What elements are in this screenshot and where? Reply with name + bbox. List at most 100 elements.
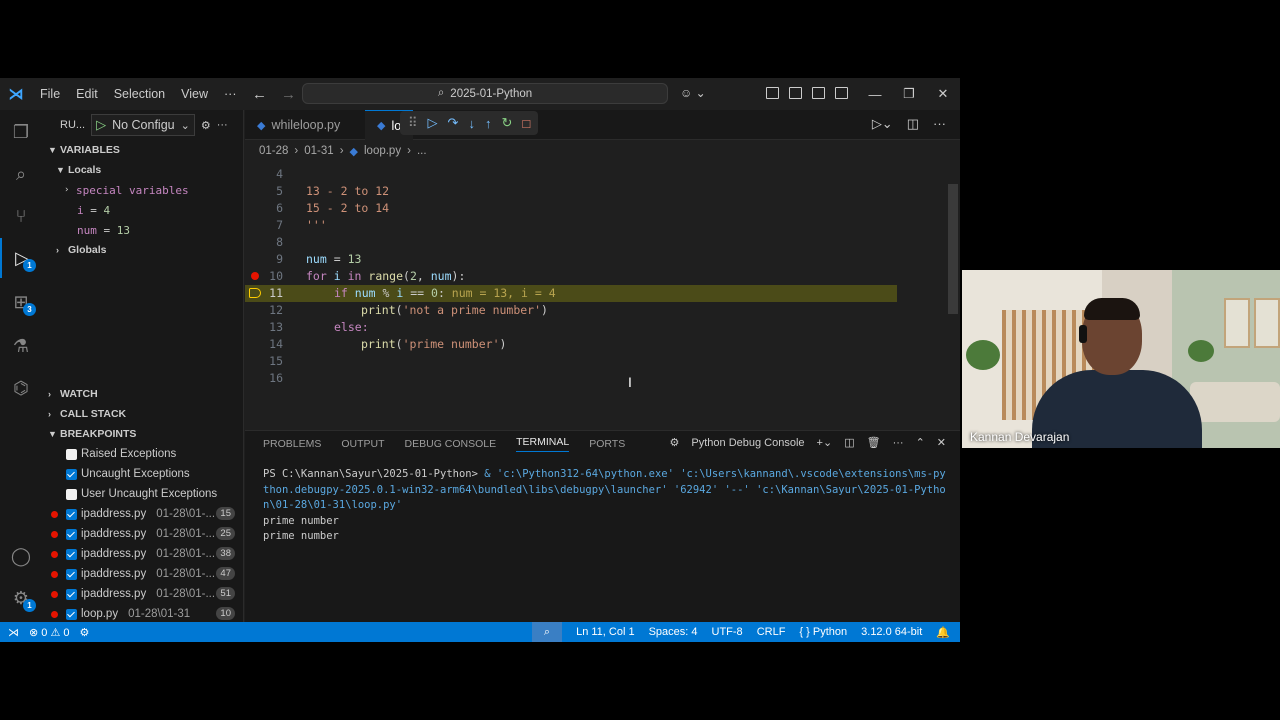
locals-scope[interactable]: ▼ Locals <box>42 160 243 180</box>
close-icon[interactable]: ✕ <box>926 86 960 102</box>
launch-config-dropdown[interactable]: ▷ No Configu ⌄ <box>91 114 195 136</box>
new-terminal-icon[interactable]: +⌄ <box>817 436 833 449</box>
language-mode[interactable]: { } Python <box>799 626 847 638</box>
breakpoint-row[interactable]: ipaddress.py 01-28\01-... 38 <box>42 544 243 564</box>
menu-edit[interactable]: Edit <box>68 78 106 110</box>
breakpoint-row[interactable]: ipaddress.py 01-28\01-... 15 <box>42 504 243 524</box>
search-view-icon[interactable]: ⌕ <box>0 154 42 194</box>
testing-icon[interactable]: ⚗ <box>0 326 42 366</box>
exception-checkbox[interactable] <box>66 488 77 500</box>
breakpoint-checkbox[interactable] <box>66 608 77 620</box>
call-stack-section-header[interactable]: › CALL STACK <box>42 404 243 424</box>
tab-problems[interactable]: PROBLEMS <box>263 438 321 450</box>
breakpoint-checkbox[interactable] <box>66 588 77 600</box>
minimize-icon[interactable]: — <box>858 87 892 102</box>
line-ending[interactable]: CRLF <box>757 626 786 638</box>
run-python-file-icon[interactable]: ▷⌄ <box>872 116 893 132</box>
menu-view[interactable]: View <box>173 78 216 110</box>
run-debug-icon[interactable]: ▷ 1 <box>0 238 42 278</box>
breadcrumb-item[interactable]: 01-31 <box>304 145 333 157</box>
breakpoint-row[interactable]: ipaddress.py 01-28\01-... 51 <box>42 584 243 604</box>
step-over-icon[interactable]: ↷ <box>448 115 459 131</box>
breakpoint-checkbox[interactable] <box>66 568 77 580</box>
split-editor-icon[interactable]: ◫ <box>907 116 919 132</box>
exception-row[interactable]: Raised Exceptions <box>42 444 243 464</box>
bell-icon[interactable]: 🔔 <box>936 626 950 639</box>
tab-debug-console[interactable]: DEBUG CONSOLE <box>405 438 497 450</box>
extensions-icon[interactable]: ⊞ 3 <box>0 282 42 322</box>
step-into-icon[interactable]: ↓ <box>468 116 475 131</box>
breakpoint-checkbox[interactable] <box>66 528 77 540</box>
breakpoint-row[interactable]: loop.py 01-28\01-31 10 <box>42 604 243 624</box>
variable-row[interactable]: i = 4 <box>42 200 243 220</box>
breakpoint-row[interactable]: ipaddress.py 01-28\01-... 47 <box>42 564 243 584</box>
split-terminal-icon[interactable]: ◫ <box>844 436 854 449</box>
globals-scope[interactable]: › Globals <box>42 240 243 260</box>
menu-selection[interactable]: Selection <box>106 78 173 110</box>
tab-whileloop[interactable]: ◆ whileloop.py <box>245 110 352 140</box>
breakpoint-row[interactable]: ipaddress.py 01-28\01-... 25 <box>42 524 243 544</box>
toggle-sidebar-icon[interactable] <box>789 87 802 99</box>
settings-gear-icon[interactable]: ⚙ 1 <box>0 578 42 618</box>
trash-icon[interactable]: 🗑 <box>867 436 881 449</box>
toggle-secondary-sidebar-icon[interactable] <box>835 87 848 99</box>
back-arrow-icon[interactable]: ← <box>252 86 267 103</box>
special-variables-row[interactable]: › special variables <box>42 180 243 200</box>
cursor-position[interactable]: Ln 11, Col 1 <box>576 626 635 638</box>
tab-ports[interactable]: PORTS <box>589 438 625 450</box>
python-interpreter[interactable]: 3.12.0 64-bit <box>861 626 922 638</box>
code-editor[interactable]: 4 5 13 - 2 to 12 6 15 - 2 to 14 7 ''' 8 … <box>245 162 960 430</box>
breadcrumb-item[interactable]: 01-28 <box>259 145 288 157</box>
line-number: 10 <box>269 269 283 283</box>
encoding[interactable]: UTF-8 <box>712 626 743 638</box>
remote-icon[interactable]: ⋊ <box>8 626 19 639</box>
zoom-icon[interactable]: ⌕ <box>531 622 563 642</box>
more-actions-icon[interactable]: ··· <box>893 437 904 449</box>
editor-scrollbar[interactable] <box>948 184 958 314</box>
breakpoints-section-header[interactable]: ▼ BREAKPOINTS <box>42 424 243 444</box>
breakpoint-checkbox[interactable] <box>66 508 77 520</box>
restore-icon[interactable]: ❐ <box>892 86 926 102</box>
terminal-name[interactable]: Python Debug Console <box>691 437 804 449</box>
remote-explorer-icon[interactable]: ⌬ <box>0 368 42 408</box>
stop-icon[interactable]: □ <box>522 116 530 131</box>
indentation[interactable]: Spaces: 4 <box>649 626 698 638</box>
exception-row[interactable]: Uncaught Exceptions <box>42 464 243 484</box>
problems-status[interactable]: ⊗ 0 ⚠ 0 <box>29 626 70 639</box>
close-panel-icon[interactable]: ✕ <box>937 436 946 449</box>
exception-checkbox[interactable] <box>66 448 77 460</box>
current-line: 11 if num % i == 0: num = 13, i = 4 <box>245 285 897 302</box>
restart-icon[interactable]: ↻ <box>501 115 512 131</box>
menu-more[interactable]: ··· <box>216 78 245 110</box>
source-control-icon[interactable]: ⑂ <box>0 196 42 236</box>
more-actions-icon[interactable]: ··· <box>933 116 946 132</box>
account-icon[interactable]: ◯ <box>0 536 42 576</box>
copilot-icon[interactable]: ☺ ⌄ <box>680 86 706 100</box>
breadcrumb-item[interactable]: ... <box>417 145 427 157</box>
continue-icon[interactable]: ▷ <box>428 115 438 131</box>
menu-file[interactable]: File <box>32 78 68 110</box>
breakpoint-checkbox[interactable] <box>66 548 77 560</box>
maximize-panel-icon[interactable]: ⌃ <box>916 436 925 449</box>
command-center[interactable]: ⌕ 2025-01-Python <box>302 83 668 104</box>
explorer-icon[interactable]: ❐ <box>0 112 42 152</box>
tab-output[interactable]: OUTPUT <box>341 438 384 450</box>
code-text: else: <box>334 320 369 334</box>
more-actions-icon[interactable]: ··· <box>217 119 228 131</box>
toggle-panel-icon[interactable] <box>812 87 825 99</box>
customize-layout-icon[interactable] <box>766 87 779 99</box>
start-debug-icon[interactable]: ▷ <box>96 117 106 133</box>
gear-icon[interactable]: ⚙ <box>201 119 211 132</box>
forward-arrow-icon[interactable]: → <box>281 86 296 103</box>
step-out-icon[interactable]: ↑ <box>485 116 492 131</box>
debug-status-icon[interactable]: ⚙ <box>80 626 90 639</box>
drag-handle-icon[interactable]: ⠿ <box>408 115 418 131</box>
tab-terminal[interactable]: TERMINAL <box>516 436 570 452</box>
exception-checkbox[interactable] <box>66 468 77 480</box>
exception-row[interactable]: User Uncaught Exceptions <box>42 484 243 504</box>
variables-section-header[interactable]: ▼ VARIABLES <box>42 140 243 160</box>
terminal-output[interactable]: PS C:\Kannan\Sayur\2025-01-Python> & 'c:… <box>263 467 948 545</box>
watch-section-header[interactable]: › WATCH <box>42 384 243 404</box>
variable-row[interactable]: num = 13 <box>42 220 243 240</box>
breadcrumb-item[interactable]: loop.py <box>364 145 401 157</box>
